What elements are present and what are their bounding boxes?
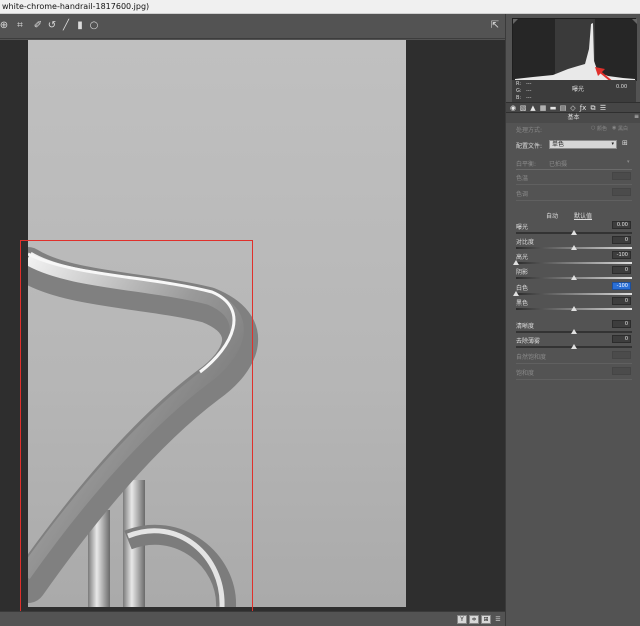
r-label: R: xyxy=(516,81,522,87)
slider-label: 去除薄雾 xyxy=(516,338,541,345)
slider-thumb[interactable] xyxy=(571,245,577,250)
wb-chevron-down-icon: ▾ xyxy=(627,159,630,165)
slider-track[interactable] xyxy=(516,293,632,295)
highlight-box xyxy=(20,240,253,624)
brush-icon[interactable]: ╱ xyxy=(60,19,72,33)
spot-removal-icon[interactable]: ↺ xyxy=(46,19,58,33)
chevron-down-icon: ▾ xyxy=(611,141,614,147)
vibrance-label: 自然饱和度 xyxy=(516,354,547,361)
slider-label: 阴影 xyxy=(516,269,529,276)
before-after-y-button[interactable]: Y xyxy=(457,615,467,624)
zoom-icon[interactable]: ⊕ xyxy=(0,19,10,33)
wb-value[interactable]: 已拍摄 xyxy=(549,159,567,168)
wb-label: 白平衡: xyxy=(516,161,537,168)
radio-color-label[interactable]: 颜色 xyxy=(597,125,607,132)
slider-value-field[interactable]: 0 xyxy=(612,297,631,305)
window-title: white-chrome-handrail-1817600.jpg) xyxy=(0,0,640,14)
bottom-bar: Y ≑ ⊞ ☰ xyxy=(0,611,505,626)
slider-value-field[interactable]: -100 xyxy=(612,251,631,259)
slider-label: 对比度 xyxy=(516,239,535,246)
graduated-filter-icon[interactable]: ▮ xyxy=(74,19,86,33)
tab-split-toning-icon[interactable]: ▬ xyxy=(549,104,557,112)
panel-tabs: ◉ ▧ ▲ ▦ ▬ ▤ ◇ ƒx ⧉ ☰ xyxy=(506,102,640,113)
histogram-readout: R: --- G: --- B: --- 曝光 0.00 xyxy=(512,80,636,102)
slider-value-field[interactable]: 0 xyxy=(612,266,631,274)
slider-thumb[interactable] xyxy=(513,291,519,296)
slider-track[interactable] xyxy=(516,262,632,264)
radio-bw-label[interactable]: 黑白 xyxy=(618,125,628,132)
g-label: G: xyxy=(516,88,522,94)
tab-calibration-icon[interactable]: ⧉ xyxy=(589,104,597,112)
readout-label: 曝光 xyxy=(572,86,585,93)
saturation-field xyxy=(612,367,631,375)
profile-value: 单色 xyxy=(552,141,565,148)
toolbar: ⊕ ⌗ ✐ ↺ ╱ ▮ ○ ⇱ xyxy=(0,14,505,39)
adjustment-panel: R: --- G: --- B: --- 曝光 0.00 ◉ ▧ ▲ ▦ ▬ ▤… xyxy=(505,14,640,626)
radio-bw-icon[interactable]: ◉ xyxy=(612,125,616,131)
g-value: --- xyxy=(526,88,532,94)
tab-lens-icon[interactable]: ▤ xyxy=(559,104,567,112)
slider-thumb[interactable] xyxy=(571,230,577,235)
section-title: 基本 xyxy=(506,113,640,123)
tab-presets-icon[interactable]: ☰ xyxy=(599,104,607,112)
tab-hsl-icon[interactable]: ▦ xyxy=(539,104,547,112)
crop-icon[interactable]: ⌗ xyxy=(14,19,26,33)
profile-select[interactable]: 单色 ▾ xyxy=(549,140,617,149)
tab-basic-icon[interactable]: ◉ xyxy=(509,104,517,112)
b-value: --- xyxy=(526,95,532,101)
panel-menu-icon[interactable]: ≡ xyxy=(634,113,639,120)
tab-transform-icon[interactable]: ◇ xyxy=(569,104,577,112)
readout-value: 0.00 xyxy=(616,84,628,90)
radial-filter-icon[interactable]: ○ xyxy=(88,19,100,33)
slider-label: 曝光 xyxy=(516,224,529,231)
tab-tone-curve-icon[interactable]: ▧ xyxy=(519,104,527,112)
process-label: 处理方式: xyxy=(516,127,543,134)
open-preferences-icon[interactable]: ⇱ xyxy=(489,19,501,33)
slider-thumb[interactable] xyxy=(571,275,577,280)
slider-value-field[interactable]: 0 xyxy=(612,335,631,343)
histogram xyxy=(512,18,637,100)
slider-thumb[interactable] xyxy=(571,329,577,334)
slider-label: 黑色 xyxy=(516,300,529,307)
temp-field xyxy=(612,172,631,180)
slider-value-field[interactable]: -100 xyxy=(612,282,631,290)
slider-value-field[interactable]: 0 xyxy=(612,236,631,244)
default-button[interactable]: 默认值 xyxy=(574,211,592,220)
vibrance-field xyxy=(612,351,631,359)
tab-effects-icon[interactable]: ƒx xyxy=(579,104,587,112)
tint-field xyxy=(612,188,631,196)
tab-detail-icon[interactable]: ▲ xyxy=(529,104,537,112)
slider-thumb[interactable] xyxy=(513,260,519,265)
before-after-split-button[interactable]: ≑ xyxy=(469,615,479,624)
auto-button[interactable]: 自动 xyxy=(546,211,558,220)
r-value: --- xyxy=(526,81,532,87)
profile-label: 配置文件: xyxy=(516,143,543,150)
saturation-label: 饱和度 xyxy=(516,370,535,377)
slider-value-field[interactable]: 0.00 xyxy=(612,221,631,229)
temp-label: 色温 xyxy=(516,175,529,182)
slider-thumb[interactable] xyxy=(571,306,577,311)
slider-thumb[interactable] xyxy=(571,344,577,349)
before-after-swap-button[interactable]: ⊞ xyxy=(481,615,491,624)
preferences-button[interactable]: ☰ xyxy=(493,615,503,624)
profile-browser-icon[interactable]: ⊞ xyxy=(622,139,628,147)
tint-label: 色调 xyxy=(516,191,529,198)
straighten-icon[interactable]: ✐ xyxy=(32,19,44,33)
slider-value-field[interactable]: 0 xyxy=(612,320,631,328)
b-label: B: xyxy=(516,95,522,101)
radio-color-icon[interactable]: ○ xyxy=(591,125,595,131)
slider-label: 清晰度 xyxy=(516,323,535,330)
